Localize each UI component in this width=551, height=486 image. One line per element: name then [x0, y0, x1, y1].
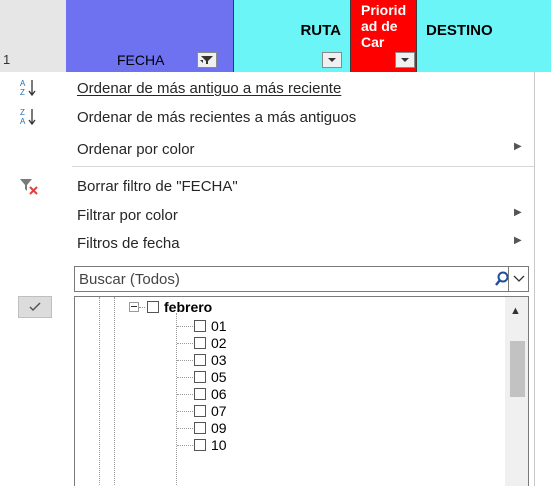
tree-line [177, 445, 193, 446]
day-label: 09 [211, 420, 227, 436]
svg-text:A: A [20, 79, 26, 88]
tree-line [177, 377, 193, 378]
vertical-scrollbar[interactable]: ▲ [505, 297, 528, 486]
day-label: 10 [211, 437, 227, 453]
tree-line [177, 428, 193, 429]
tree-line [177, 343, 193, 344]
tree-node-day[interactable]: 07 [194, 402, 227, 420]
svg-text:A: A [20, 117, 26, 126]
clear-filter-icon [20, 179, 38, 195]
column-label-prioridad: Priorid ad de Car [361, 2, 407, 50]
tree-node-day[interactable]: 01 [194, 317, 227, 335]
tree-line [139, 307, 145, 308]
column-header-destino: DESTINO [417, 0, 551, 72]
column-label-destino: DESTINO [426, 22, 493, 39]
menu-item-filter-by-color[interactable]: Filtrar por color ▶ [0, 201, 534, 229]
svg-text:Z: Z [20, 88, 25, 97]
filter-funnel-icon [200, 56, 213, 64]
collapse-toggle[interactable] [129, 302, 139, 312]
tree-line [114, 297, 115, 486]
chevron-down-icon [401, 58, 409, 62]
day-label: 01 [211, 318, 227, 334]
svg-text:Z: Z [20, 108, 25, 117]
menu-separator [72, 166, 534, 167]
column-header-prioridad: Priorid ad de Car [351, 0, 417, 72]
filter-dropdown-button[interactable] [395, 52, 415, 68]
search-box[interactable] [74, 266, 529, 292]
tree-node-day[interactable]: 10 [194, 436, 227, 454]
submenu-arrow-icon: ▶ [514, 207, 522, 218]
search-dropdown-button[interactable] [508, 266, 529, 292]
menu-item-clear-filter[interactable]: Borrar filtro de "FECHA" [0, 172, 534, 200]
submenu-arrow-icon: ▶ [514, 235, 522, 246]
tree-node-day[interactable]: 05 [194, 368, 227, 386]
menu-label: Filtros de fecha [77, 234, 180, 252]
tree-node-day[interactable]: 09 [194, 419, 227, 437]
tree-line [177, 411, 193, 412]
sort-za-icon: Z A [20, 108, 36, 126]
checkbox[interactable] [194, 354, 206, 366]
autofilter-menu: A Z Ordenar de más antiguo a más recient… [0, 72, 535, 486]
column-header-ruta: RUTA [234, 0, 351, 72]
tree-node-day[interactable]: 06 [194, 385, 227, 403]
menu-label: Filtrar por color [77, 206, 178, 224]
tree-line [176, 313, 177, 486]
chevron-down-icon [513, 275, 524, 282]
day-label: 03 [211, 352, 227, 368]
menu-label: Ordenar por color [77, 140, 195, 158]
column-header-fecha: FECHA [66, 0, 234, 72]
month-label: febrero [164, 299, 213, 315]
checkbox[interactable] [194, 371, 206, 383]
checkbox[interactable] [147, 301, 159, 313]
menu-item-sort-descending[interactable]: Z A Ordenar de más recientes a más antig… [0, 103, 534, 131]
filter-applied-button[interactable] [197, 52, 217, 68]
tree-node-day[interactable]: 02 [194, 334, 227, 352]
scroll-up-arrow-icon[interactable]: ▲ [510, 305, 521, 317]
date-tree: febrero 01 02 03 05 06 07 09 10 ▲ [74, 296, 529, 486]
checkmark-button[interactable] [18, 296, 52, 318]
tree-line [99, 297, 100, 486]
day-label: 06 [211, 386, 227, 402]
menu-item-sort-by-color[interactable]: Ordenar por color ▶ [0, 135, 534, 163]
search-icon [495, 271, 509, 286]
menu-label: Borrar filtro de "FECHA" [77, 177, 238, 195]
checkmark-icon [29, 302, 41, 312]
menu-item-sort-ascending[interactable]: A Z Ordenar de más antiguo a más recient… [0, 74, 534, 102]
chevron-down-icon [328, 58, 336, 62]
tree-line [177, 394, 193, 395]
checkbox[interactable] [194, 405, 206, 417]
row-number: 1 [3, 52, 11, 67]
tree-node-day[interactable]: 03 [194, 351, 227, 369]
day-label: 07 [211, 403, 227, 419]
filter-dropdown-button[interactable] [322, 52, 342, 68]
checkbox[interactable] [194, 337, 206, 349]
column-label-fecha: FECHA [117, 52, 165, 68]
tree-line [177, 326, 193, 327]
menu-label: Ordenar de más antiguo a más reciente [77, 79, 342, 97]
menu-label: Ordenar de más recientes a más antiguos [77, 108, 357, 126]
scrollbar-thumb[interactable] [510, 341, 525, 397]
checkbox[interactable] [194, 422, 206, 434]
checkbox[interactable] [194, 388, 206, 400]
checkbox[interactable] [194, 439, 206, 451]
row-header[interactable]: 1 [0, 0, 67, 72]
sort-az-icon: A Z [20, 79, 36, 97]
tree-line [177, 360, 193, 361]
checkbox[interactable] [194, 320, 206, 332]
menu-item-date-filters[interactable]: Filtros de fecha ▶ [0, 229, 534, 257]
submenu-arrow-icon: ▶ [514, 141, 522, 152]
day-label: 05 [211, 369, 227, 385]
column-label-ruta: RUTA [300, 22, 341, 39]
day-label: 02 [211, 335, 227, 351]
search-input[interactable] [79, 269, 479, 289]
tree-node-month[interactable]: febrero [147, 298, 212, 316]
